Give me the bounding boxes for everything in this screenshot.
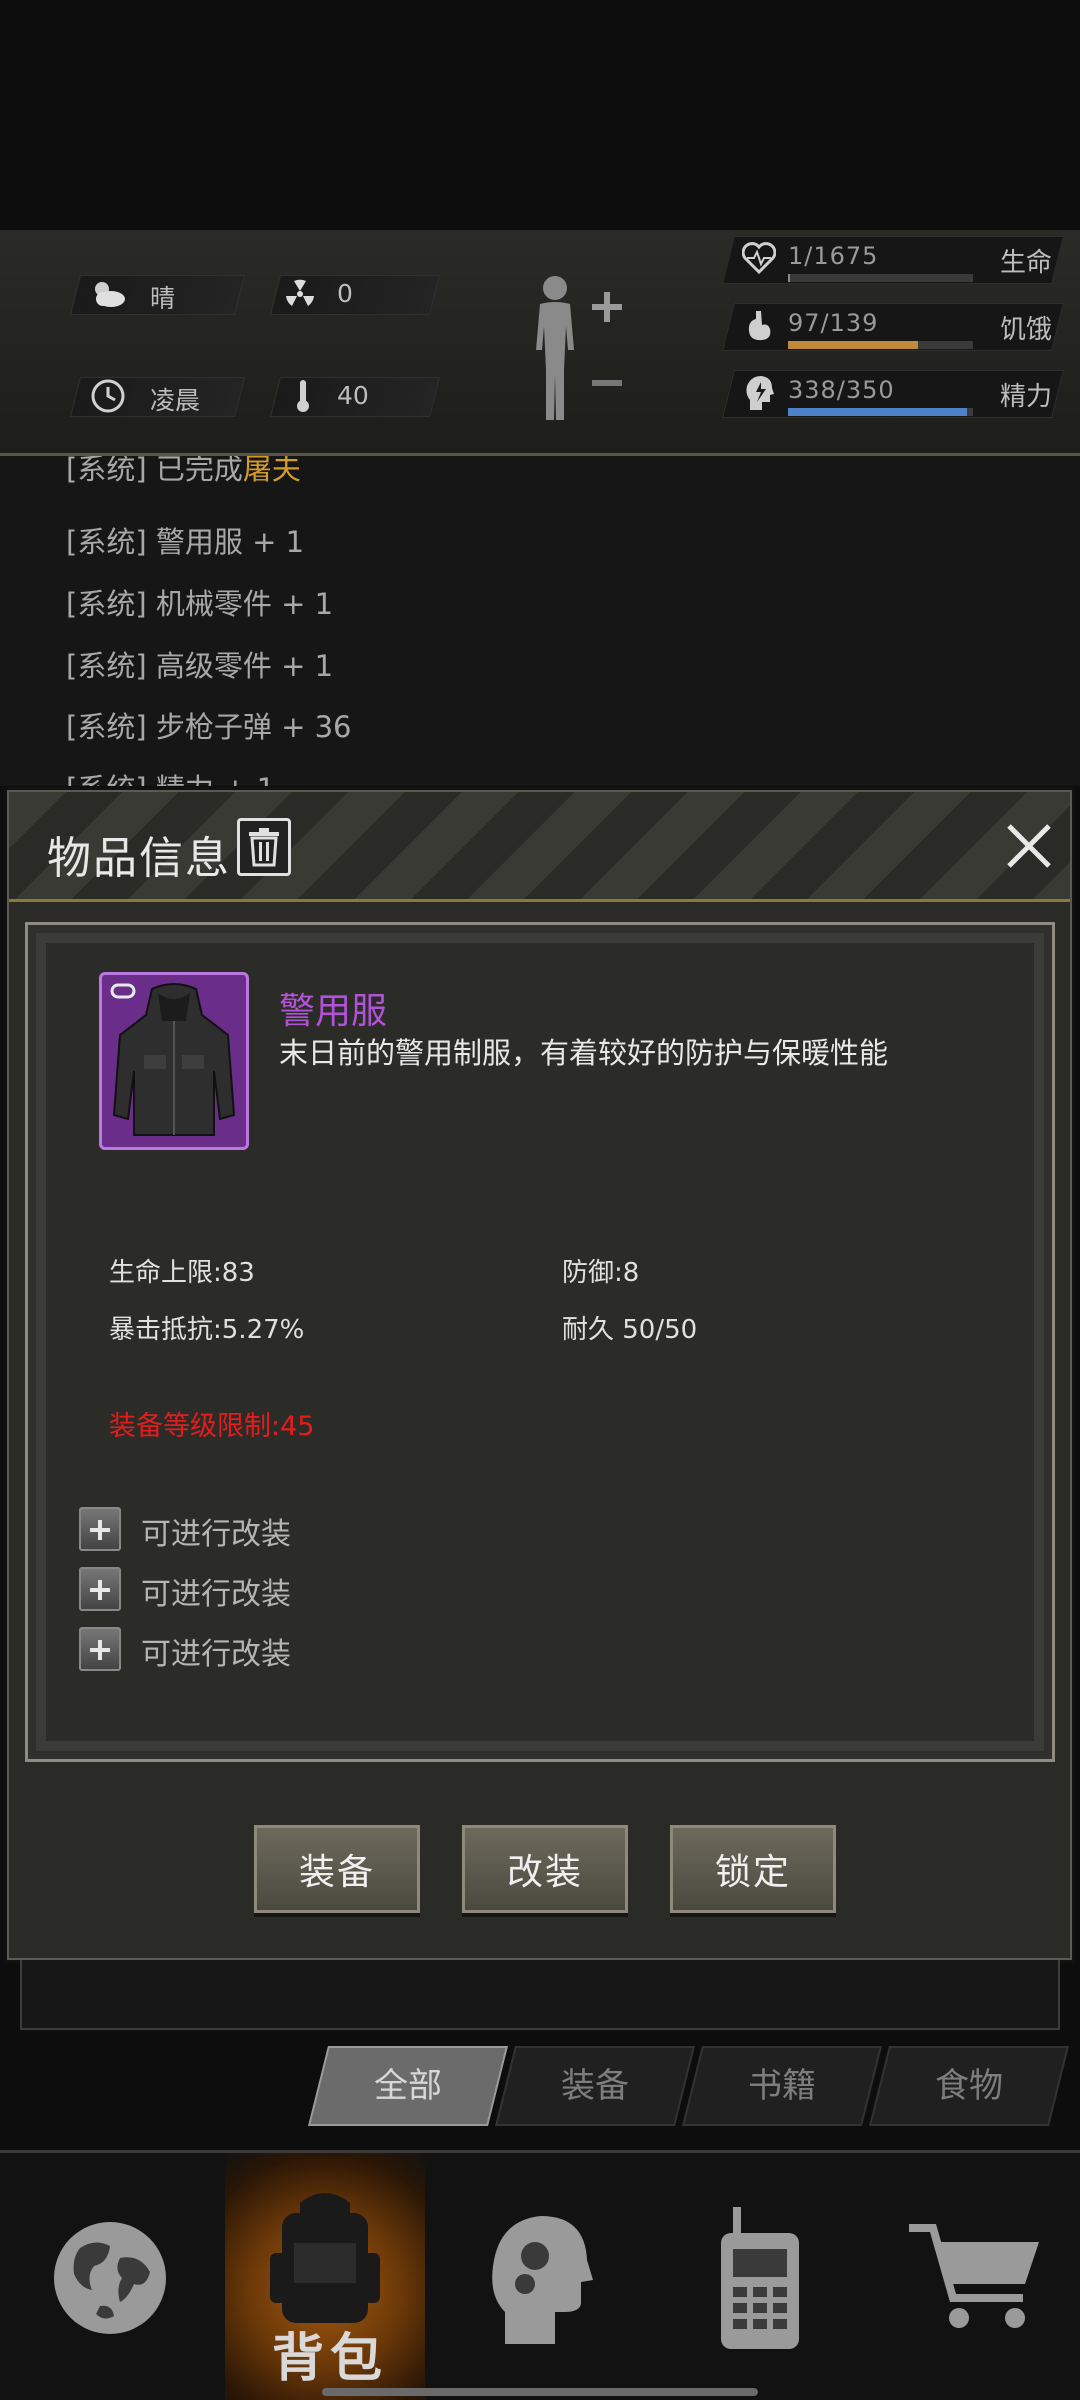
globe-icon [54, 2222, 166, 2334]
head-energy-icon [744, 374, 774, 416]
plus-icon [79, 1507, 121, 1551]
mod-slot[interactable]: 可进行改装 [79, 1567, 379, 1612]
hp-bar-fill [788, 274, 790, 282]
mod-slot[interactable]: 可进行改装 [79, 1627, 379, 1672]
body-status-button[interactable] [520, 270, 630, 430]
filter-tabs: 全部 装备 书籍 食物 [300, 2046, 1070, 2126]
item-icon-frame [99, 972, 249, 1150]
nav-skills[interactable] [440, 2153, 640, 2400]
nav-world-map[interactable] [10, 2153, 210, 2400]
close-icon [1007, 824, 1051, 868]
dialog-title: 物品信息 [47, 833, 231, 884]
backpack-icon [270, 2193, 380, 2323]
bottom-nav [0, 2150, 1080, 2400]
top-blank-area [0, 0, 1080, 230]
body-figure-icon [536, 276, 622, 420]
home-indicator[interactable] [322, 2388, 758, 2396]
heart-pulse-icon [741, 242, 777, 278]
energy-stat: 338/350 精力 [722, 370, 1064, 418]
jacket-icon [110, 983, 236, 1136]
mod-slot-label: 可进行改装 [141, 1577, 291, 1612]
brain-head-icon [492, 2216, 593, 2344]
tab-equipment[interactable]: 装备 [495, 2046, 695, 2126]
log-line: [系统] 高级零件 + 1 [66, 649, 334, 683]
status-hud: 晴 0 凌晨 40 1/1675 生命 97/139 饥饿 338/350 精力 [0, 230, 1080, 456]
cart-icon [909, 2224, 1039, 2328]
energy-label: 精力 [1000, 382, 1053, 412]
attr-crit-resist: 暴击抵抗:5.27% [109, 1315, 305, 1345]
hp-label: 生命 [1000, 248, 1053, 278]
attr-defense: 防御:8 [562, 1258, 640, 1288]
trash-icon [249, 828, 279, 867]
radiation-value: 0 [337, 279, 353, 308]
time-text: 凌晨 [150, 386, 201, 415]
mod-slot-label: 可进行改装 [141, 1517, 291, 1552]
mod-slot[interactable]: 可进行改装 [79, 1507, 379, 1552]
nav-radio[interactable] [660, 2153, 860, 2400]
hp-bar [788, 274, 973, 282]
dialog-header: 物品信息 [9, 792, 1070, 902]
hunger-value: 97/139 [788, 309, 879, 337]
discard-button[interactable] [237, 818, 291, 876]
lock-button[interactable]: 锁定 [670, 1825, 836, 1913]
attr-durability: 耐久 50/50 [562, 1315, 698, 1345]
radiation-icon [280, 274, 320, 314]
temperature-value: 40 [337, 381, 369, 410]
equip-button[interactable]: 装备 [254, 1825, 420, 1913]
log-line: [系统] 机械零件 + 1 [66, 587, 334, 621]
hunger-label: 饥饿 [1000, 315, 1053, 345]
hunger-stat: 97/139 饥饿 [722, 303, 1064, 351]
hunger-bar-fill [788, 341, 918, 349]
thermometer-icon [283, 376, 323, 416]
item-description: 末日前的警用制服，有着较好的防护与保暖性能 [279, 1036, 889, 1070]
energy-value: 338/350 [788, 376, 895, 404]
log-line: [系统] 精力 + 1 [66, 766, 275, 786]
nav-shop[interactable] [875, 2153, 1075, 2400]
log-line: [系统] 步枪子弹 + 36 [66, 710, 352, 744]
hp-value: 1/1675 [788, 242, 879, 270]
tab-all[interactable]: 全部 [308, 2046, 508, 2126]
plus-icon [79, 1627, 121, 1671]
item-info-dialog: 物品信息 警用服 末日前的警用制服，有着较好的防护与保暖性能 生命上限:83 防… [7, 790, 1072, 1960]
close-button[interactable] [999, 816, 1059, 876]
energy-bar [788, 408, 973, 416]
mod-slot-label: 可进行改装 [141, 1637, 291, 1672]
weather-text: 晴 [150, 284, 176, 313]
hunger-bar [788, 341, 973, 349]
level-requirement: 装备等级限制:45 [109, 1411, 315, 1442]
log-line: [系统] 警用服 + 1 [66, 525, 305, 559]
tab-books[interactable]: 书籍 [682, 2046, 882, 2126]
plus-icon [79, 1567, 121, 1611]
clock-icon [88, 376, 128, 416]
radio-icon [721, 2207, 799, 2349]
stomach-icon [744, 309, 774, 347]
cloud-sun-icon [88, 274, 128, 314]
system-log[interactable]: [系统] 已完成屠夫 [系统] 警用服 + 1 [系统] 机械零件 + 1 [系… [0, 456, 1080, 786]
energy-bar-fill [788, 408, 968, 416]
item-name: 警用服 [279, 991, 388, 1032]
inventory-box [20, 1960, 1060, 2030]
hp-stat: 1/1675 生命 [722, 236, 1064, 284]
attr-max-hp: 生命上限:83 [109, 1258, 255, 1288]
modify-button[interactable]: 改装 [462, 1825, 628, 1913]
nav-active-label: 背包 [272, 2329, 389, 2389]
log-line: [系统] 已完成屠夫 [66, 456, 301, 486]
tab-food[interactable]: 食物 [869, 2046, 1069, 2126]
